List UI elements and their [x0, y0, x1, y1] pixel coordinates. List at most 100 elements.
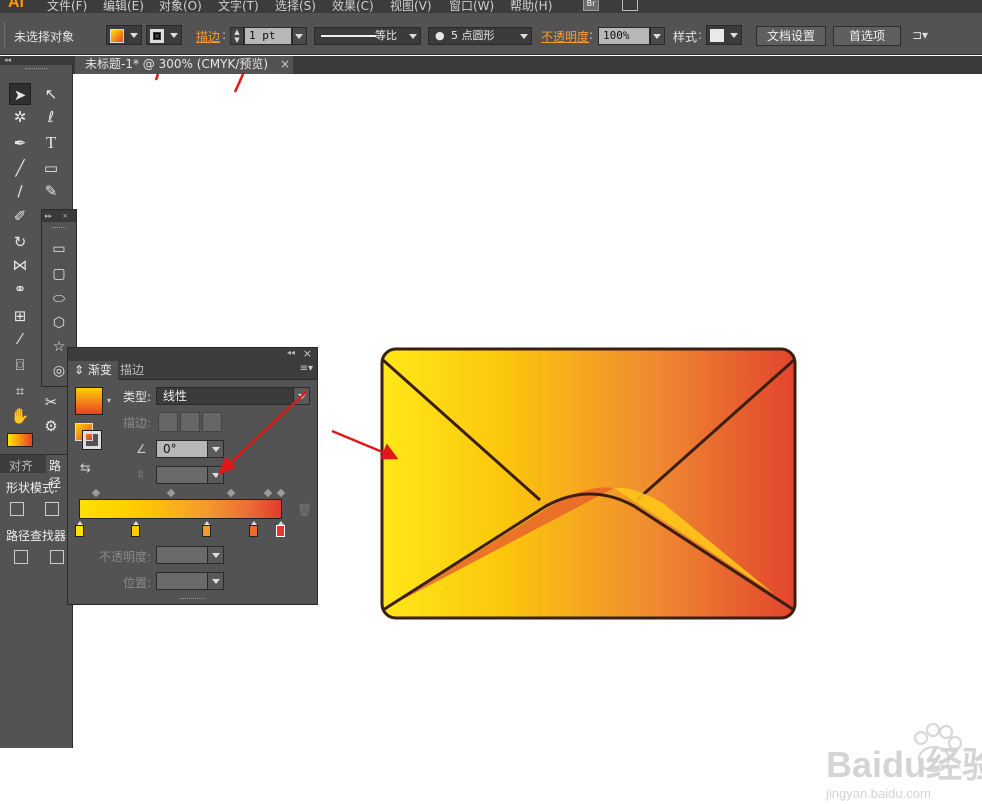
- gradient-stop[interactable]: [75, 521, 84, 537]
- variable-width-profile[interactable]: 等比: [314, 27, 421, 45]
- midpoint-marker[interactable]: [276, 488, 286, 498]
- type-tool-icon[interactable]: T: [40, 132, 62, 154]
- stroke-color-button[interactable]: [146, 25, 182, 45]
- pen-tool-icon[interactable]: ✒: [9, 132, 31, 154]
- gradient-stop[interactable]: [131, 521, 140, 537]
- midpoint-marker[interactable]: [263, 488, 273, 498]
- document-setup-button[interactable]: 文档设置: [756, 26, 826, 46]
- tab-stroke[interactable]: 描边: [114, 361, 150, 380]
- angle-input[interactable]: 0°: [156, 440, 224, 458]
- ellipse-icon[interactable]: ⬭: [48, 288, 70, 310]
- menu-file[interactable]: 文件(F): [47, 0, 87, 13]
- collapse-icon[interactable]: ◂◂: [287, 348, 295, 357]
- zoom-tool-icon[interactable]: ⚙: [40, 415, 62, 437]
- paintbrush-icon[interactable]: ∕: [9, 180, 31, 202]
- workspace-switcher-icon[interactable]: [622, 0, 638, 11]
- artboard-tool-icon[interactable]: ⌗: [9, 380, 31, 402]
- stroke-label-link[interactable]: 描边: [196, 28, 220, 45]
- gradient-preset-dropdown[interactable]: ▾: [107, 396, 111, 405]
- menu-edit[interactable]: 编辑(E): [103, 0, 144, 13]
- watermark-brand: Baidu经验: [826, 744, 982, 785]
- stop-opacity-input[interactable]: [156, 546, 224, 564]
- stroke-across-icon[interactable]: [202, 412, 222, 432]
- gradient-slider[interactable]: [79, 499, 282, 519]
- gradient-type-select[interactable]: 线性: [156, 387, 310, 405]
- menu-object[interactable]: 对象(O): [159, 0, 202, 13]
- gradient-panel: ◂◂ × ⇕ 渐变 描边 ≡▾ ▾ 类型: 线性 描边: ∠ 0° ⇆ ⇳ 🗑 …: [67, 347, 318, 605]
- bridge-button[interactable]: Br: [583, 0, 599, 11]
- rounded-rectangle-icon[interactable]: ▢: [48, 263, 70, 285]
- baidu-watermark: Baidu经验 jingyan.baidu.com: [826, 722, 982, 801]
- stroke-within-icon[interactable]: [158, 412, 178, 432]
- rectangle-tool-icon[interactable]: ▭: [40, 157, 62, 179]
- symbol-sprayer-icon[interactable]: ⌼: [9, 354, 31, 376]
- document-tab[interactable]: 未标题-1* @ 300% (CMYK/预览) ×: [75, 56, 293, 74]
- perspective-grid-icon[interactable]: ⊞: [9, 305, 31, 327]
- panel-menu-icon[interactable]: ≡▾: [300, 363, 313, 374]
- menu-type[interactable]: 文字(T): [218, 0, 259, 13]
- delete-stop-icon[interactable]: 🗑: [297, 503, 312, 517]
- opacity-dropdown[interactable]: [650, 27, 665, 45]
- panel-menu-icon[interactable]: ⊐▾: [912, 28, 942, 44]
- stroke-weight-input[interactable]: 1 pt: [244, 27, 292, 45]
- tab-gradient[interactable]: ⇕ 渐变: [68, 361, 118, 380]
- hand-tool-icon[interactable]: ✋: [9, 405, 31, 427]
- menu-help[interactable]: 帮助(H): [510, 0, 552, 13]
- resize-grip-icon[interactable]: [180, 598, 204, 600]
- graphic-style-button[interactable]: [706, 25, 742, 45]
- stroke-stepper[interactable]: ▲ ▼: [230, 27, 244, 45]
- shape-modes-label: 形状模式:: [6, 481, 59, 495]
- reverse-gradient-icon[interactable]: ⇆: [80, 461, 91, 476]
- menu-window[interactable]: 窗口(W): [449, 0, 494, 13]
- shape-builder-icon[interactable]: ⚭: [9, 278, 31, 300]
- stop-location-input[interactable]: [156, 572, 224, 590]
- midpoint-marker[interactable]: [226, 488, 236, 498]
- gradient-stop[interactable]: [202, 521, 211, 537]
- preferences-button[interactable]: 首选项: [833, 26, 901, 46]
- rotate-tool-icon[interactable]: ↻: [9, 231, 31, 253]
- fill-gradient-swatch[interactable]: [7, 433, 33, 447]
- gradient-preview-swatch[interactable]: [75, 387, 103, 415]
- unite-icon[interactable]: [10, 502, 24, 516]
- trim-icon[interactable]: [50, 550, 64, 564]
- aspect-ratio-input[interactable]: [156, 466, 224, 484]
- selection-status: 未选择对象: [14, 30, 75, 44]
- minus-front-icon[interactable]: [45, 502, 59, 516]
- fill-color-button[interactable]: [106, 25, 142, 45]
- midpoint-marker[interactable]: [166, 488, 176, 498]
- rectangle-shape-icon[interactable]: ▭: [48, 238, 70, 260]
- watermark-url: jingyan.baidu.com: [826, 786, 931, 801]
- pencil-icon[interactable]: ✎: [40, 180, 62, 202]
- opacity-input[interactable]: 100%: [598, 27, 650, 45]
- type-label: 类型:: [123, 390, 152, 404]
- divide-icon[interactable]: [14, 550, 28, 564]
- opacity-label-link[interactable]: 不透明度: [541, 28, 589, 45]
- gradient-stop[interactable]: [249, 521, 258, 537]
- slice-tool-icon[interactable]: ✂: [40, 391, 62, 413]
- tools-panel-collapse[interactable]: ◂◂: [0, 56, 73, 65]
- selection-tool-icon[interactable]: ➤: [9, 83, 31, 105]
- stroke-box[interactable]: [82, 430, 102, 450]
- gradient-stop-selected[interactable]: [276, 521, 285, 537]
- lasso-icon[interactable]: ℓ: [40, 106, 62, 128]
- direct-selection-tool-icon[interactable]: ↖: [40, 83, 62, 105]
- close-panel-icon[interactable]: ×: [303, 347, 312, 360]
- width-tool-icon[interactable]: ⋈: [9, 254, 31, 276]
- magic-wand-icon[interactable]: ✲: [9, 106, 31, 128]
- stroke-weight-dropdown[interactable]: [292, 27, 307, 45]
- stroke-along-icon[interactable]: [180, 412, 200, 432]
- stroke-apply-label: 描边:: [123, 416, 152, 430]
- blob-brush-icon[interactable]: ✐: [9, 205, 31, 227]
- grip-icon: [25, 68, 47, 70]
- menu-effect[interactable]: 效果(C): [332, 0, 374, 13]
- line-tool-icon[interactable]: ╱: [9, 157, 31, 179]
- eyedropper-icon[interactable]: ⁄: [9, 328, 31, 350]
- brush-definition[interactable]: ● 5 点圆形: [428, 27, 532, 45]
- tab-align[interactable]: 对齐: [9, 457, 33, 474]
- stroke-swatch: [150, 29, 164, 43]
- polygon-icon[interactable]: ⬡: [48, 312, 70, 334]
- close-tab-icon[interactable]: ×: [280, 56, 290, 73]
- menu-select[interactable]: 选择(S): [275, 0, 316, 13]
- midpoint-marker[interactable]: [91, 488, 101, 498]
- menu-view[interactable]: 视图(V): [390, 0, 432, 13]
